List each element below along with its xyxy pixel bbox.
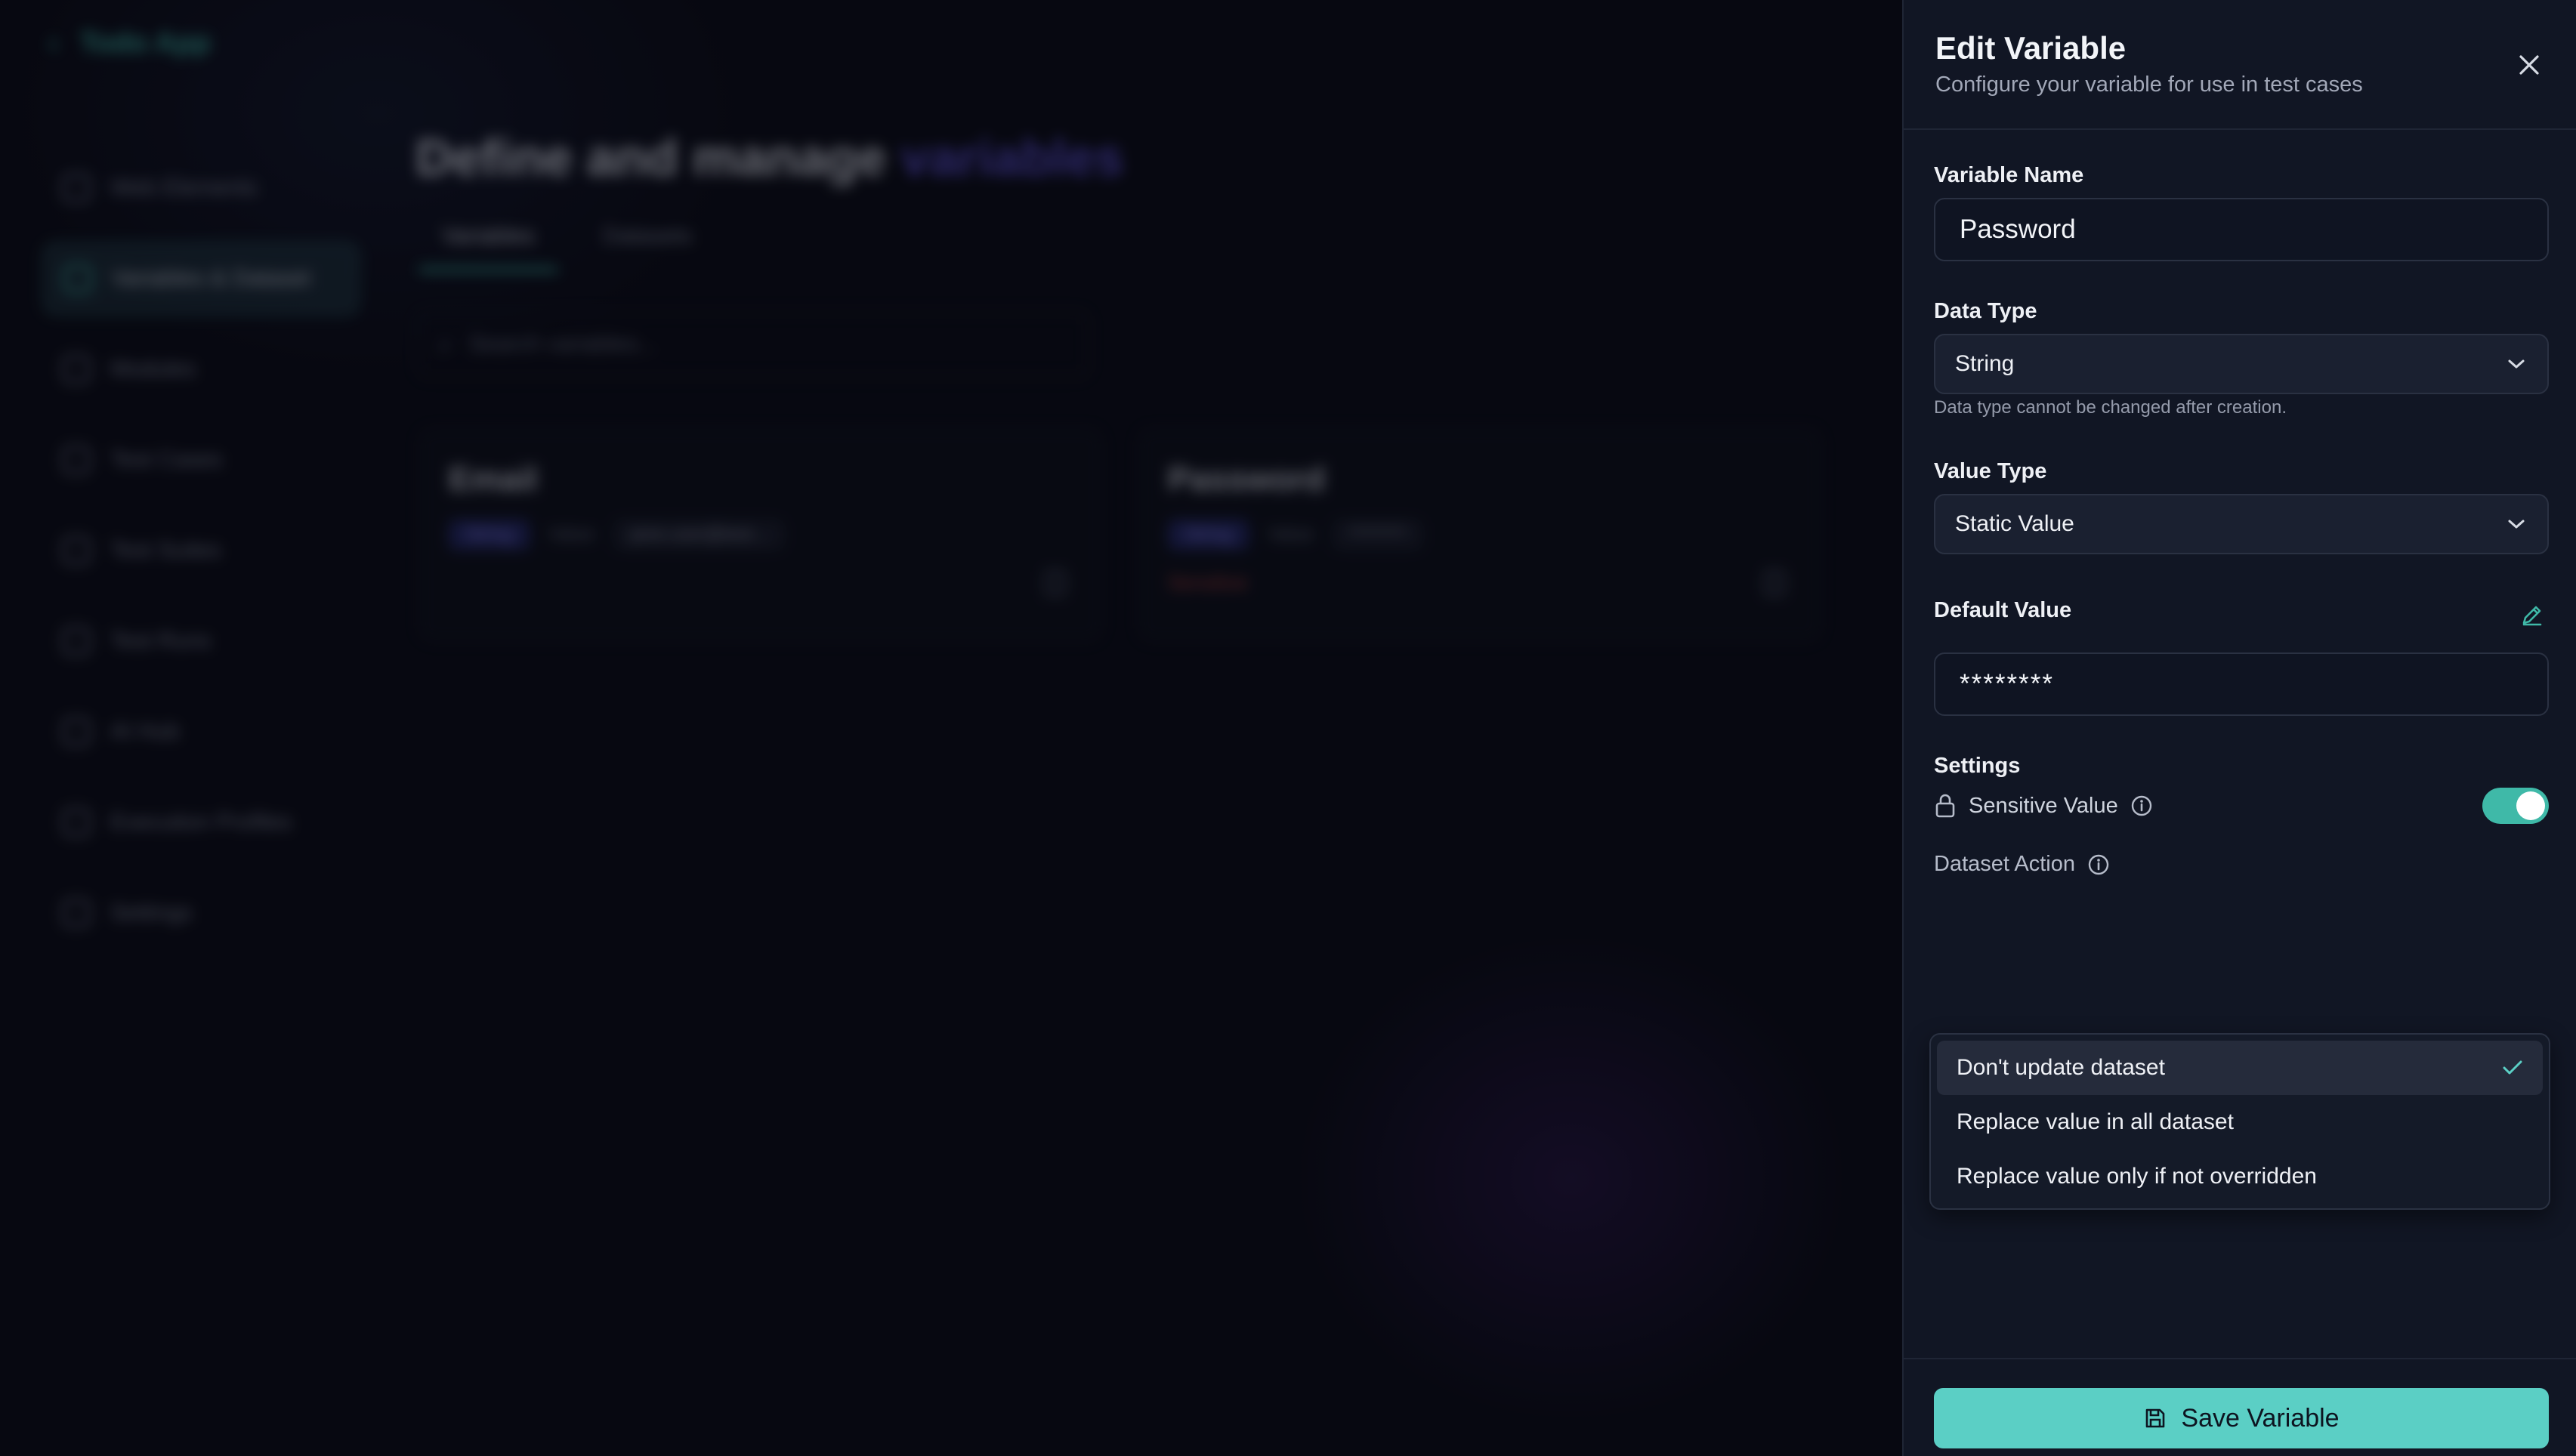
edit-default-value-button[interactable] [2520, 603, 2544, 631]
chevron-down-icon [2508, 359, 2525, 369]
close-button[interactable] [2510, 45, 2549, 85]
value-type-label: Value Type [1934, 459, 2047, 483]
save-icon [2146, 1408, 2165, 1428]
data-type-select[interactable]: String [1934, 334, 2549, 394]
chevron-down-icon [2508, 520, 2525, 529]
panel-title: Edit Variable [1935, 30, 2127, 66]
value-type-select[interactable]: Static Value [1934, 494, 2549, 554]
dataset-option-dont-update[interactable]: Don't update dataset [1937, 1041, 2543, 1095]
dataset-action-label-row: Dataset Action [1934, 852, 2110, 877]
data-type-value: String [1955, 351, 2015, 376]
panel-header: Edit Variable Configure your variable fo… [1904, 0, 2576, 130]
edit-variable-panel: Edit Variable Configure your variable fo… [1902, 0, 2576, 1456]
dataset-action-dropdown: Don't update dataset Replace value in al… [1929, 1033, 2550, 1210]
info-icon[interactable] [2087, 853, 2110, 876]
sensitive-value-label: Sensitive Value [1969, 793, 2118, 818]
dataset-action-label: Dataset Action [1934, 852, 2075, 876]
lock-icon [1935, 794, 1955, 818]
checkmark-icon [2503, 1060, 2522, 1075]
settings-label: Settings [1934, 754, 2021, 778]
save-variable-button[interactable]: Save Variable [1934, 1388, 2549, 1448]
panel-subtitle: Configure your variable for use in test … [1935, 72, 2363, 97]
dataset-option-replace-not-overridden[interactable]: Replace value only if not overridden [1937, 1149, 2543, 1204]
variable-name-input[interactable] [1934, 198, 2549, 261]
sensitive-value-row: Sensitive Value [1934, 787, 2549, 825]
background-app: ‹ Todo App Web Elements Variables & Data… [0, 0, 1902, 1456]
data-type-helper: Data type cannot be changed after creati… [1934, 397, 2287, 418]
option-label: Don't update dataset [1957, 1055, 2165, 1080]
panel-footer: Save Variable [1904, 1358, 2576, 1456]
save-button-label: Save Variable [2181, 1403, 2340, 1433]
info-icon[interactable] [2130, 794, 2153, 817]
modal-overlay[interactable] [0, 0, 1902, 1456]
pencil-icon [2522, 606, 2542, 626]
default-value-input[interactable] [1934, 652, 2549, 716]
default-value-label: Default Value [1934, 598, 2072, 622]
dataset-option-replace-all[interactable]: Replace value in all dataset [1937, 1095, 2543, 1149]
value-type-value: Static Value [1955, 511, 2074, 536]
variable-name-label: Variable Name [1934, 163, 2084, 187]
sensitive-value-toggle[interactable] [2482, 788, 2549, 824]
close-icon [2519, 55, 2539, 75]
data-type-label: Data Type [1934, 299, 2037, 323]
option-label: Replace value only if not overridden [1957, 1164, 2317, 1189]
option-label: Replace value in all dataset [1957, 1109, 2234, 1134]
